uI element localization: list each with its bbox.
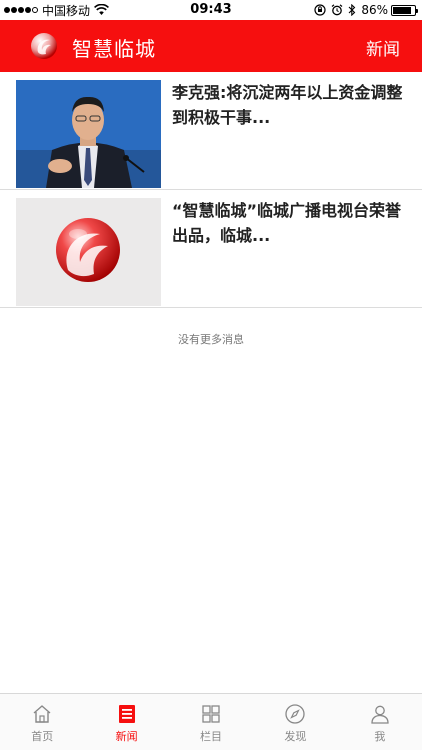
app-logo-icon [31,33,57,59]
news-item[interactable]: 李克强:将沉淀两年以上资金调整到积极干事... [0,72,422,190]
tab-label: 我 [374,730,386,743]
tab-columns[interactable]: 栏目 [169,694,253,750]
tab-home[interactable]: 首页 [0,694,84,750]
news-title[interactable]: “智慧临城”临城广播电视台荣誉出品，临城... [172,198,408,248]
tab-label: 发现 [284,730,307,743]
news-icon [118,705,135,723]
tab-label: 新闻 [115,730,138,743]
bluetooth-icon [348,4,356,16]
tab-news[interactable]: 新闻 [84,694,168,750]
news-item[interactable]: “智慧临城”临城广播电视台荣誉出品，临城... [0,190,422,308]
battery-icon [391,4,418,16]
app-title: 智慧临城 [72,37,156,61]
user-icon [371,705,389,724]
app-header: 智慧临城 新闻 [0,20,422,72]
person-photo-icon [16,80,161,188]
news-thumbnail[interactable] [16,198,161,306]
status-right: 86% [314,2,418,18]
news-list: 李克强:将沉淀两年以上资金调整到积极干事... “智慧临城”临城广播电视台荣誉出… [0,72,422,308]
compass-icon [285,704,306,724]
no-more-message: 没有更多消息 [178,333,244,346]
tab-me[interactable]: 我 [338,694,422,750]
tab-discover[interactable]: 发现 [253,694,337,750]
battery-percent: 86% [361,3,388,17]
alarm-icon [331,4,343,16]
grid-icon [202,705,220,723]
tab-label: 栏目 [200,730,223,743]
home-icon [33,705,51,723]
rotation-lock-icon [314,4,326,16]
header-section-label[interactable]: 新闻 [366,35,400,60]
status-bar: 中国移动 09:43 86% [0,0,422,20]
tab-bar: 首页 新闻 栏目 发现 我 [0,693,422,750]
tab-label: 首页 [31,730,54,743]
news-title[interactable]: 李克强:将沉淀两年以上资金调整到积极干事... [172,80,408,130]
logo-image-icon [16,198,161,306]
news-thumbnail[interactable] [16,80,161,188]
